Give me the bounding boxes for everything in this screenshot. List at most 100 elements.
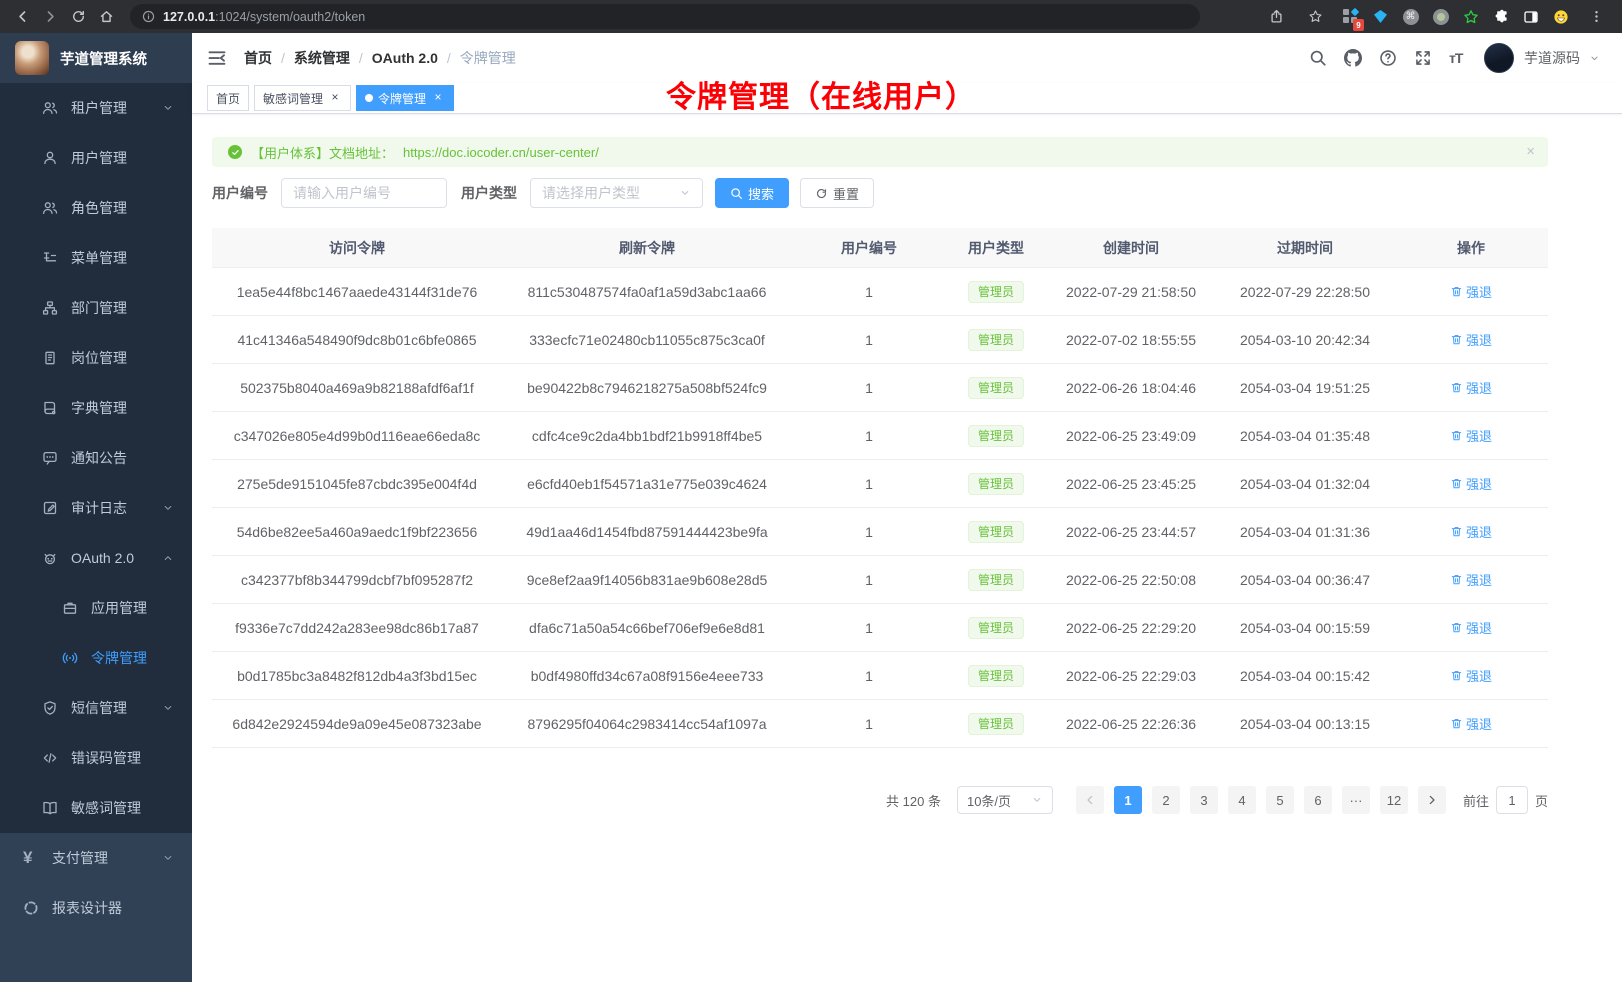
sidebar-item-user[interactable]: 用户管理 <box>0 133 192 183</box>
log-icon <box>42 500 58 516</box>
sidebar-item-notice[interactable]: 通知公告 <box>0 433 192 483</box>
sidebar-item-label: 租户管理 <box>71 98 127 118</box>
page-4-button[interactable]: 4 <box>1228 786 1256 814</box>
app-title: 芋道管理系统 <box>60 48 147 69</box>
search-button[interactable]: 搜索 <box>715 178 789 208</box>
goto-input[interactable] <box>1496 786 1528 814</box>
force-logout-button[interactable]: 强退 <box>1450 570 1492 589</box>
users-icon <box>42 200 58 216</box>
user-type-select[interactable]: 请选择用户类型 <box>530 178 703 208</box>
sidebar-item-tenant[interactable]: 租户管理 <box>0 83 192 133</box>
command-icon[interactable]: ⌘ <box>1402 8 1419 25</box>
sidebar-item-dept[interactable]: 部门管理 <box>0 283 192 333</box>
breadcrumb-separator: / <box>281 50 285 66</box>
reset-button[interactable]: 重置 <box>800 178 874 208</box>
access-token-cell: 41c41346a548490f9dc8b01c6bfe0865 <box>212 332 502 348</box>
back-icon[interactable] <box>10 5 34 29</box>
chevron-right-icon <box>1426 794 1438 806</box>
sidebar-item-role[interactable]: 角色管理 <box>0 183 192 233</box>
refresh-token-cell: e6cfd40eb1f54571a31e775e039c4624 <box>502 476 792 492</box>
app-logo[interactable]: 芋道管理系统 <box>0 33 192 83</box>
fullscreen-icon[interactable] <box>1414 49 1432 67</box>
sidebar-item-sensitive-word[interactable]: 敏感词管理 <box>0 783 192 833</box>
sidebar-collapse-icon[interactable] <box>207 48 227 68</box>
user-id-input[interactable] <box>281 178 447 208</box>
sidebar-item-dict[interactable]: 字典管理 <box>0 383 192 433</box>
gem-icon[interactable] <box>1372 8 1389 25</box>
pager-ellipsis[interactable]: ··· <box>1342 786 1370 814</box>
green-star-icon[interactable] <box>1462 8 1479 25</box>
expire-time-cell: 2054-03-04 01:35:48 <box>1216 428 1394 444</box>
sidebar-item-post[interactable]: 岗位管理 <box>0 333 192 383</box>
breadcrumb-item[interactable]: 系统管理 <box>294 48 350 68</box>
page-1-button[interactable]: 1 <box>1114 786 1142 814</box>
sidebar-item-audit-log[interactable]: 审计日志 <box>0 483 192 533</box>
emoji-icon[interactable] <box>1552 8 1569 25</box>
tab-close-icon[interactable]: × <box>328 91 342 105</box>
home-icon[interactable] <box>94 5 118 29</box>
bookmark-star-icon[interactable] <box>1303 5 1327 29</box>
access-token-cell: 6d842e2924594de9a09e45e087323abe <box>212 716 502 732</box>
browser-menu-icon[interactable] <box>1584 5 1608 29</box>
trash-icon <box>1450 717 1463 730</box>
page-6-button[interactable]: 6 <box>1304 786 1332 814</box>
page-12-button[interactable]: 12 <box>1380 786 1408 814</box>
prev-page-button[interactable] <box>1076 786 1104 814</box>
text-size-icon[interactable]: ᴛT <box>1449 49 1467 67</box>
filter-form: 用户编号 用户类型 请选择用户类型 搜索 重置 <box>212 178 1602 208</box>
share-icon[interactable] <box>1264 5 1288 29</box>
doc-link[interactable]: https://doc.iocoder.cn/user-center/ <box>403 145 599 160</box>
sidebar-item-report[interactable]: 报表设计器 <box>0 883 192 933</box>
tab-首页[interactable]: 首页 <box>207 85 249 111</box>
forward-icon[interactable] <box>38 5 62 29</box>
help-icon[interactable] <box>1379 49 1397 67</box>
site-info-icon[interactable] <box>142 10 155 23</box>
chevron-down-icon[interactable] <box>1589 53 1600 64</box>
extensions-grid-icon[interactable]: 9 <box>1342 8 1359 25</box>
sidebar-item-oauth2-token[interactable]: 令牌管理 <box>0 633 192 683</box>
notice-close-icon[interactable]: × <box>1526 145 1535 159</box>
tab-令牌管理[interactable]: 令牌管理 × <box>356 85 454 111</box>
user-avatar[interactable] <box>1484 43 1514 73</box>
sidebar-item-pay[interactable]: ¥支付管理 <box>0 833 192 883</box>
address-bar[interactable]: 127.0.0.1:1024/system/oauth2/token <box>130 4 1200 29</box>
force-logout-button[interactable]: 强退 <box>1450 282 1492 301</box>
sidebar-item-label: 应用管理 <box>91 598 147 618</box>
force-logout-button[interactable]: 强退 <box>1450 714 1492 733</box>
sidebar-item-menu[interactable]: 菜单管理 <box>0 233 192 283</box>
sidebar-menu-top: ¥支付管理报表设计器 <box>0 833 192 982</box>
force-logout-button[interactable]: 强退 <box>1450 426 1492 445</box>
page-2-button[interactable]: 2 <box>1152 786 1180 814</box>
tab-label: 令牌管理 <box>378 90 426 107</box>
sidebar-item-oauth2-app[interactable]: 应用管理 <box>0 583 192 633</box>
side-panel-icon[interactable] <box>1522 8 1539 25</box>
force-logout-button[interactable]: 强退 <box>1450 522 1492 541</box>
puzzle-icon[interactable] <box>1492 8 1509 25</box>
page-5-button[interactable]: 5 <box>1266 786 1294 814</box>
breadcrumb-item[interactable]: 首页 <box>244 48 272 68</box>
table-row: c342377bf8b344799dcbf7bf095287f29ce8ef2a… <box>212 556 1548 604</box>
sidebar-item-error-code[interactable]: 错误码管理 <box>0 733 192 783</box>
next-page-button[interactable] <box>1418 786 1446 814</box>
record-icon[interactable] <box>1432 8 1449 25</box>
page-size-select[interactable]: 10条/页 <box>957 786 1053 814</box>
reload-icon[interactable] <box>66 5 90 29</box>
column-header: 用户类型 <box>946 238 1046 258</box>
search-icon[interactable] <box>1309 49 1327 67</box>
force-logout-button[interactable]: 强退 <box>1450 330 1492 349</box>
force-logout-button[interactable]: 强退 <box>1450 666 1492 685</box>
page-3-button[interactable]: 3 <box>1190 786 1218 814</box>
username[interactable]: 芋道源码 <box>1524 48 1580 68</box>
sidebar-item-sms[interactable]: 短信管理 <box>0 683 192 733</box>
force-logout-button[interactable]: 强退 <box>1450 474 1492 493</box>
user-type-cell: 管理员 <box>946 329 1046 351</box>
force-logout-button[interactable]: 强退 <box>1450 618 1492 637</box>
tab-敏感词管理[interactable]: 敏感词管理× <box>254 85 351 111</box>
tab-close-icon[interactable]: × <box>431 91 445 105</box>
refresh-token-cell: 8796295f04064c2983414cc54af1097a <box>502 716 792 732</box>
github-icon[interactable] <box>1344 49 1362 67</box>
breadcrumb-item[interactable]: OAuth 2.0 <box>372 50 438 66</box>
expire-time-cell: 2054-03-04 01:31:36 <box>1216 524 1394 540</box>
force-logout-button[interactable]: 强退 <box>1450 378 1492 397</box>
sidebar-item-oauth2[interactable]: OAuth 2.0 <box>0 533 192 583</box>
